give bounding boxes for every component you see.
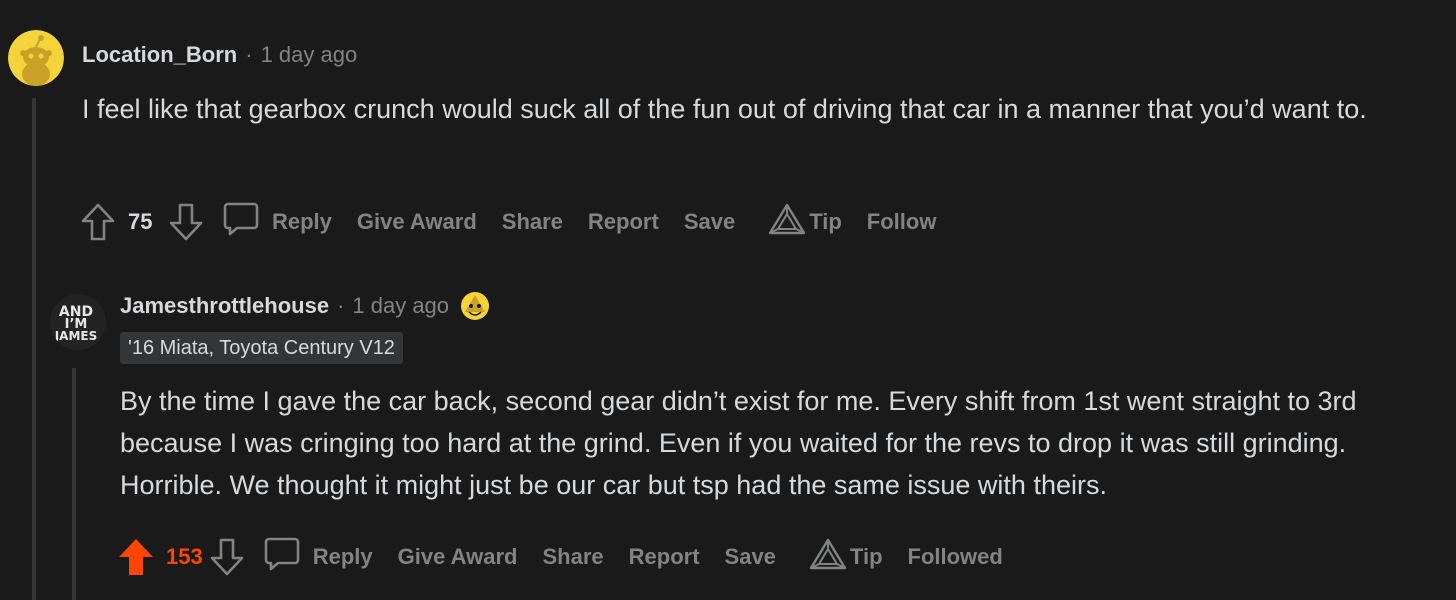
reply-meta: Jamesthrottlehouse · 1 day ago — [120, 290, 491, 322]
tip-label: Tip — [809, 209, 842, 234]
tip-button[interactable]: Tip — [808, 537, 883, 577]
user-flair: '16 Miata, Toyota Century V12 — [120, 332, 403, 364]
report-button[interactable]: Report — [629, 544, 700, 570]
reply-label: Reply — [272, 209, 332, 234]
share-button[interactable]: Share — [502, 209, 563, 235]
followed-button[interactable]: Followed — [908, 544, 1003, 570]
follow-button[interactable]: Follow — [867, 209, 937, 235]
tip-label: Tip — [849, 544, 883, 569]
meta-separator: · — [337, 293, 345, 318]
comment-body: I feel like that gearbox crunch would su… — [82, 94, 1367, 124]
vote-score: 75 — [128, 209, 153, 234]
thread-collapse-line[interactable] — [32, 98, 36, 600]
snoo-avatar-icon[interactable] — [8, 30, 64, 86]
comment-thread: Location_Born · 1 day ago I feel like th… — [0, 0, 1456, 600]
reply-body: By the time I gave the car back, second … — [120, 386, 1357, 500]
and-im-james-logo-icon[interactable]: AND I’M JAMES — [50, 294, 106, 350]
reply-button[interactable]: Reply — [263, 535, 373, 579]
tip-triangle-icon — [767, 202, 807, 242]
comment-bubble-icon — [222, 200, 260, 244]
avatar-text-line-3: JAMES — [54, 329, 98, 343]
reply-timestamp[interactable]: 1 day ago — [352, 291, 449, 321]
downvote-icon[interactable] — [207, 537, 247, 577]
reply-action-bar: 153 Reply Give Award Share Report Save T… — [116, 535, 1003, 579]
tip-button[interactable]: Tip — [767, 202, 842, 242]
reply-button[interactable]: Reply — [222, 200, 332, 244]
save-button[interactable]: Save — [725, 544, 776, 570]
tip-triangle-icon — [808, 537, 848, 577]
comment-meta: Location_Born · 1 day ago — [82, 40, 357, 70]
reply-thread-collapse-line[interactable] — [72, 368, 76, 600]
comment-timestamp[interactable]: 1 day ago — [261, 40, 358, 70]
comment-action-bar: 75 Reply Give Award Share Report Save Ti… — [78, 200, 936, 244]
upvote-icon[interactable] — [78, 202, 118, 242]
give-award-button[interactable]: Give Award — [357, 209, 477, 235]
share-button[interactable]: Share — [542, 544, 603, 570]
give-award-button[interactable]: Give Award — [398, 544, 518, 570]
upvote-active-icon[interactable] — [116, 537, 156, 577]
award-badge-icon[interactable] — [459, 290, 491, 322]
downvote-icon[interactable] — [166, 202, 206, 242]
report-button[interactable]: Report — [588, 209, 659, 235]
save-button[interactable]: Save — [684, 209, 735, 235]
reply-label: Reply — [312, 544, 373, 569]
reply-author[interactable]: Jamesthrottlehouse — [120, 291, 329, 321]
vote-score: 153 — [166, 544, 203, 569]
comment-bubble-icon — [263, 535, 301, 579]
meta-separator: · — [245, 42, 253, 67]
comment-author[interactable]: Location_Born — [82, 40, 237, 70]
